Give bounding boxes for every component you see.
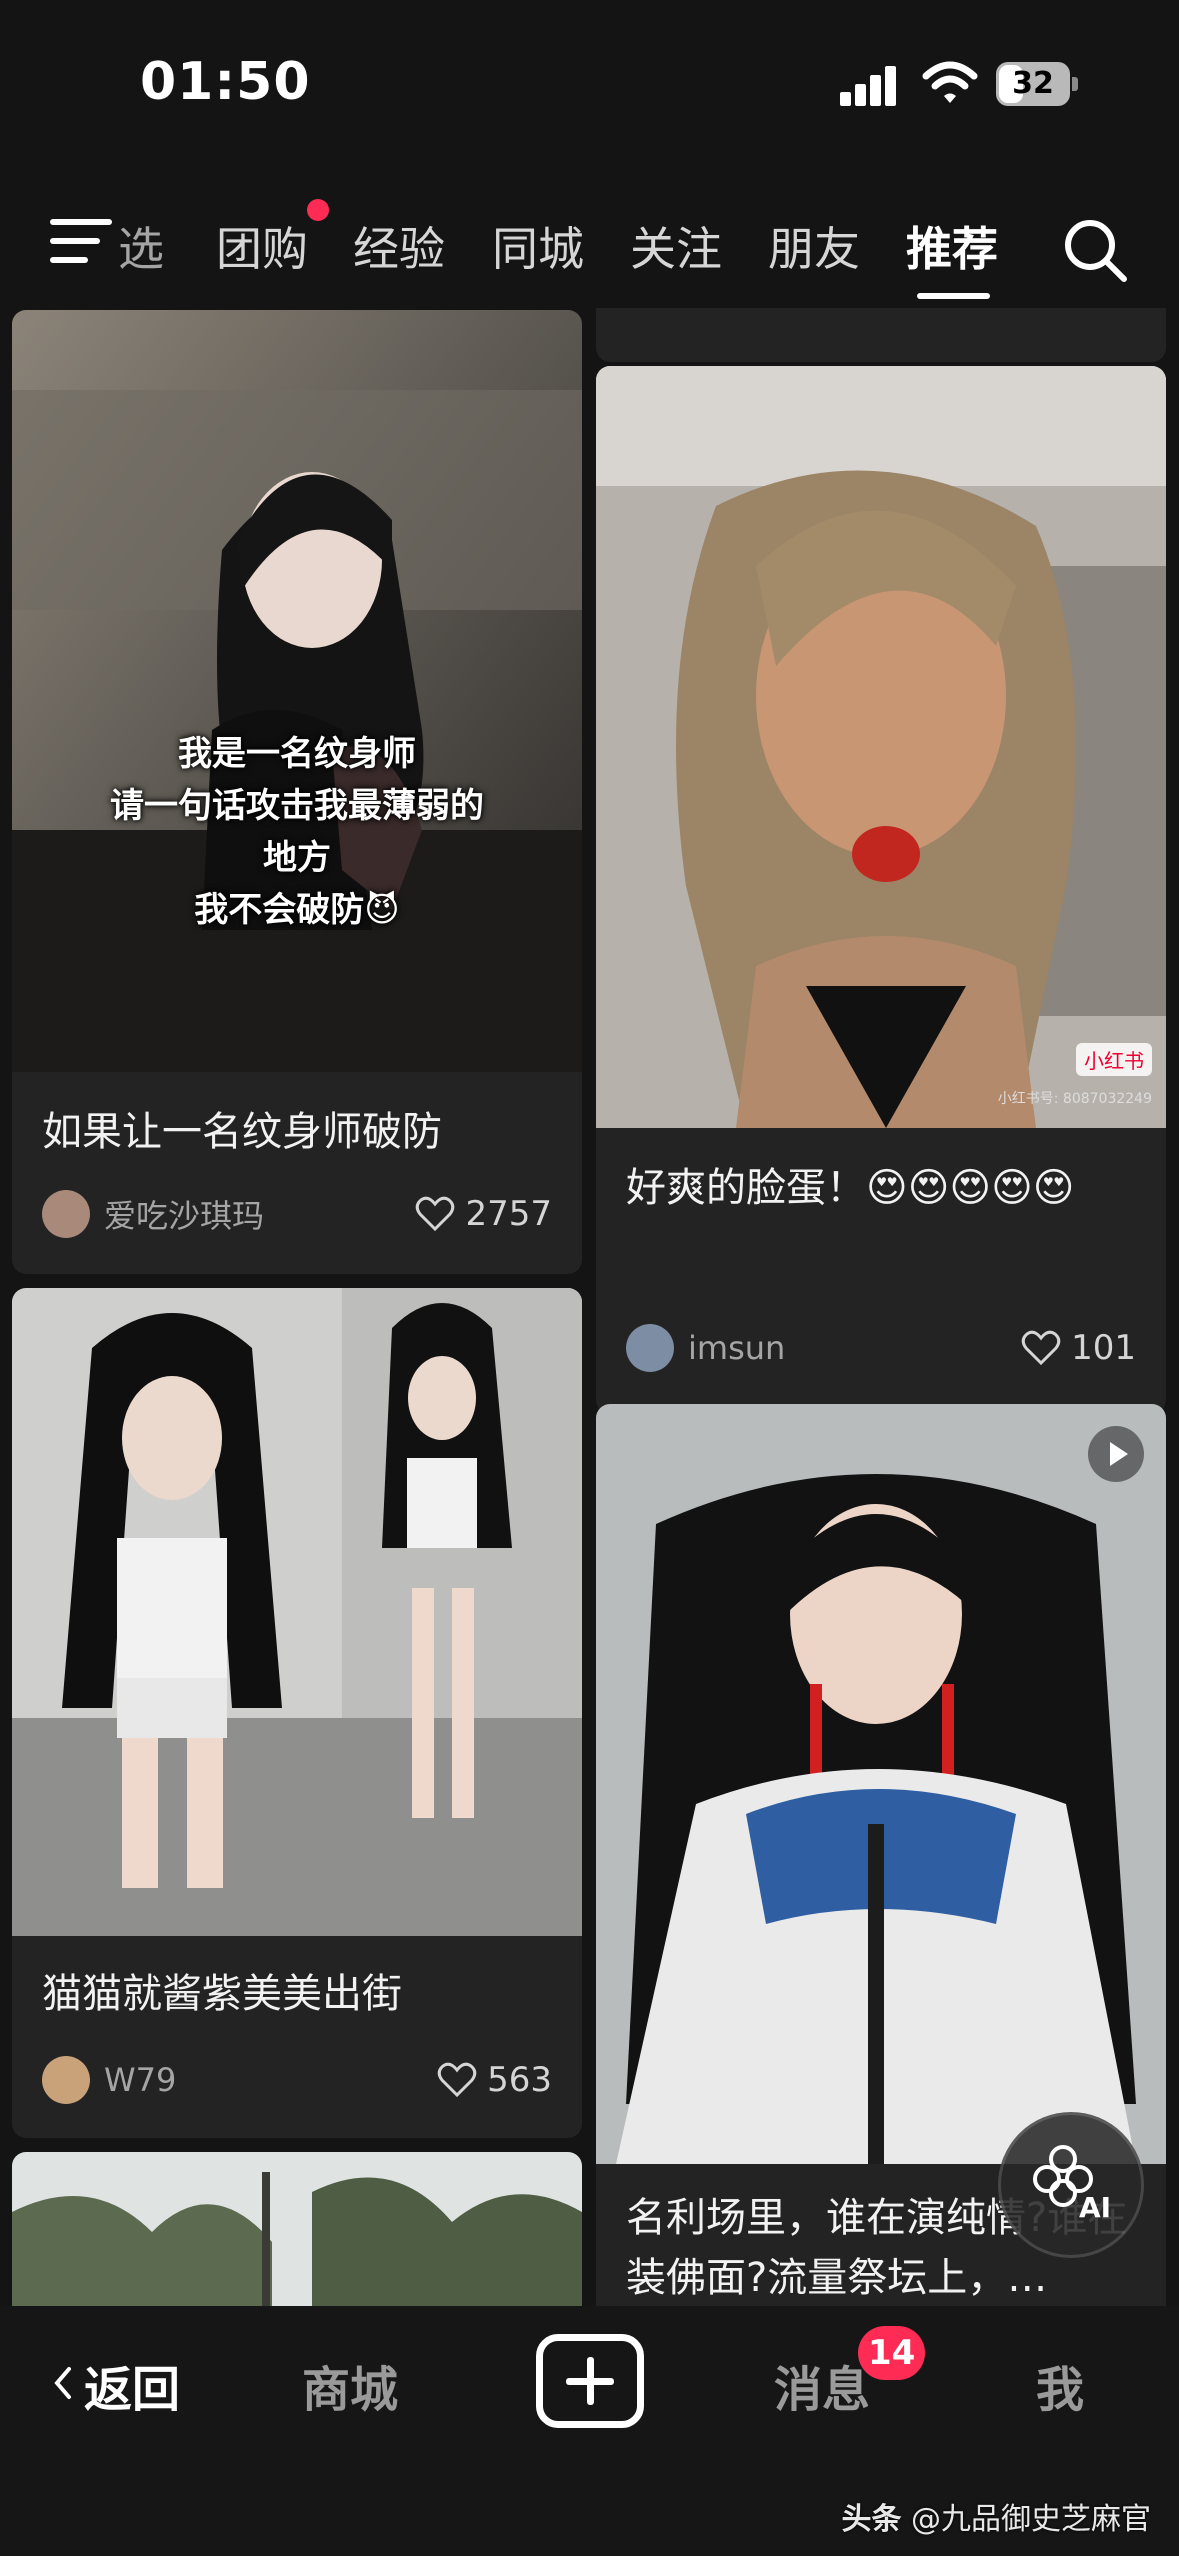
watermark: 小红书 (1076, 1043, 1152, 1076)
avatar (42, 1190, 90, 1238)
tab-experience[interactable]: 经验 (353, 213, 445, 279)
credit-author: @九品御史芝麻官 (911, 2502, 1151, 2537)
author-name: imsun (688, 1329, 786, 1367)
author-name: W79 (104, 2061, 177, 2099)
heart-icon (416, 1196, 455, 1232)
nav-messages[interactable]: 消息 (774, 2350, 870, 2420)
card-cover-image (12, 1288, 582, 1936)
messages-badge: 14 (858, 2326, 926, 2380)
card-title: 如果让一名纹身师破防 (42, 1109, 442, 1155)
back-chevron-icon (54, 2367, 71, 2399)
avatar (626, 1324, 674, 1372)
card-author[interactable]: W79 (42, 2056, 176, 2104)
tab-friends[interactable]: 朋友 (768, 213, 860, 279)
like-count: 101 (1071, 1328, 1136, 1368)
overlay-line: 我不会破防😈 (194, 890, 400, 930)
card-title: 猫猫就酱紫美美出街 (42, 1971, 402, 2017)
play-icon (1088, 1426, 1144, 1482)
like-count: 563 (487, 2060, 552, 2100)
author-name: 爱吃沙琪玛 (104, 1197, 265, 1235)
battery-level: 32 (1012, 66, 1054, 101)
menu-icon[interactable] (50, 219, 112, 265)
card-cover-image: 我是一名纹身师 请一句话攻击我最薄弱的 地方 我不会破防😈 (12, 310, 582, 1072)
like-button[interactable]: 2757 (415, 1190, 552, 1238)
credit-source: 头条 (841, 2502, 902, 2537)
card-title: 好爽的脸蛋！😍😍😍😍😍 (626, 1165, 1075, 1211)
feed-card[interactable]: 小红书 小红书号: 8087032249 好爽的脸蛋！😍😍😍😍😍 imsun 1… (596, 366, 1166, 1414)
battery-icon: 32 (996, 62, 1078, 106)
card-cover-image: 小红书 小红书号: 8087032249 (596, 366, 1166, 1128)
search-icon[interactable] (1060, 215, 1130, 285)
overlay-line: 我是一名纹身师 (178, 734, 416, 774)
feed-card-previous[interactable] (596, 308, 1166, 362)
source-credit: 头条 @九品御史芝麻官 (841, 2494, 1151, 2538)
overlay-line: 请一句话攻击我最薄弱的 (110, 786, 484, 826)
create-post-button[interactable] (536, 2334, 644, 2428)
card-cover-image (12, 2152, 582, 2306)
nav-me[interactable]: 我 (1036, 2350, 1084, 2420)
top-tab-bar: 选 团购 经验 同城 关注 朋友 推荐 (0, 195, 1179, 310)
active-tab-indicator (917, 293, 990, 299)
card-author[interactable]: 爱吃沙琪玛 (42, 1190, 264, 1238)
feed-card[interactable]: 猫猫就酱紫美美出街 W79 563 (12, 1288, 582, 2138)
tab-following[interactable]: 关注 (630, 213, 722, 279)
wifi-icon (922, 61, 978, 103)
back-button[interactable]: 返回 (84, 2350, 180, 2420)
ai-assistant-button[interactable]: AI (998, 2112, 1144, 2258)
like-button[interactable]: 101 (1021, 1324, 1136, 1372)
feed-card[interactable] (12, 2152, 582, 2306)
feed-grid: 我是一名纹身师 请一句话攻击我最薄弱的 地方 我不会破防😈 如果让一名纹身师破防… (0, 308, 1179, 2306)
heart-icon (1021, 1330, 1061, 1366)
overlay-line: 地方 (263, 838, 331, 878)
notification-dot (307, 199, 329, 221)
tab-partial[interactable]: 选 (118, 213, 170, 279)
feed-card[interactable]: 我是一名纹身师 请一句话攻击我最薄弱的 地方 我不会破防😈 如果让一名纹身师破防… (12, 310, 582, 1274)
like-button[interactable]: 563 (437, 2056, 552, 2104)
ai-label: AI (1079, 2191, 1112, 2224)
cellular-signal-icon (840, 66, 898, 106)
tab-group-buy[interactable]: 团购 (216, 213, 308, 279)
heart-icon (437, 2062, 477, 2098)
status-time: 01:50 (140, 52, 311, 112)
card-author[interactable]: imsun (626, 1324, 785, 1372)
like-count: 2757 (465, 1194, 552, 1234)
watermark-id: 小红书号: 8087032249 (997, 1091, 1152, 1107)
nav-mall[interactable]: 商城 (302, 2350, 398, 2420)
tab-local[interactable]: 同城 (492, 213, 584, 279)
avatar (42, 2056, 90, 2104)
status-bar: 01:50 32 (0, 0, 1179, 170)
card-cover-image (596, 1404, 1166, 2164)
tab-recommended[interactable]: 推荐 (906, 213, 998, 279)
